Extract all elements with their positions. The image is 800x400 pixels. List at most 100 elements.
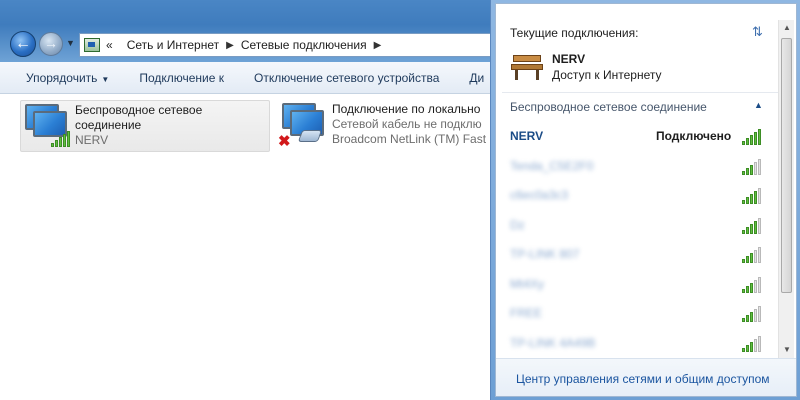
signal-strength-icon	[742, 275, 761, 293]
signal-bar	[754, 132, 757, 145]
current-connections-header: Текущие подключения:	[510, 26, 639, 40]
signal-bar	[754, 338, 757, 352]
signal-bar	[742, 229, 745, 234]
chevron-up-icon[interactable]: ▲	[754, 100, 763, 110]
network-item[interactable]: NERV Подключено	[496, 122, 778, 152]
signal-bar	[754, 161, 757, 175]
network-flyout: Текущие подключения: ⇅ NERV Доступ к Инт…	[490, 0, 800, 400]
signal-bar	[754, 250, 757, 263]
breadcrumb-separator-icon[interactable]: ▶	[226, 40, 234, 51]
diagnose-button[interactable]: Ди	[469, 71, 484, 85]
breadcrumb-separator-icon[interactable]: ▶	[374, 40, 382, 51]
organize-menu[interactable]: Упорядочить ▼	[26, 71, 109, 85]
network-list-scrollbar[interactable]: ▲ ▼	[778, 20, 794, 358]
signal-bar	[742, 347, 745, 352]
signal-bar	[742, 200, 745, 204]
signal-bar	[746, 138, 749, 145]
signal-strength-icon	[742, 216, 761, 234]
network-bench-icon	[511, 52, 545, 82]
signal-bar	[758, 158, 761, 175]
signal-bar	[750, 194, 753, 204]
refresh-icon[interactable]: ⇅	[752, 24, 763, 40]
connection-status: Сетевой кабель не подклю	[332, 117, 482, 131]
signal-bar	[758, 335, 761, 352]
signal-bar	[746, 256, 749, 263]
signal-strength-icon	[742, 334, 761, 352]
signal-bar	[746, 167, 749, 175]
flyout-panel: Текущие подключения: ⇅ NERV Доступ к Инт…	[495, 3, 797, 397]
signal-bar	[758, 247, 761, 263]
wireless-connection-item[interactable]: Беспроводное сетевое соединение NERV	[20, 100, 270, 152]
connect-to-button[interactable]: Подключение к	[139, 71, 224, 85]
flyout-footer: Центр управления сетями и общим доступом	[496, 358, 796, 396]
signal-bar	[742, 141, 745, 145]
network-name: NERV	[510, 129, 544, 143]
network-name: Mt4Xy	[510, 276, 545, 291]
network-item[interactable]: TP-LINK 4A49B	[496, 329, 778, 359]
signal-bar	[742, 259, 745, 263]
network-item[interactable]: Mt4Xy	[496, 270, 778, 300]
network-name: FREE	[510, 306, 543, 320]
network-name: Tenda_C5E2F0	[510, 158, 594, 173]
signal-bar	[750, 282, 753, 293]
signal-bar	[742, 170, 745, 175]
lan-adapter-icon: ✖	[278, 100, 332, 150]
signal-bar	[746, 344, 749, 352]
network-name: Dz	[510, 217, 525, 232]
signal-bar	[742, 288, 745, 293]
connection-detail: Broadcom NetLink (TM) Fast	[332, 132, 487, 146]
signal-bar	[758, 188, 761, 204]
signal-bar	[746, 315, 749, 322]
wireless-adapter-icon	[21, 101, 75, 149]
signal-strength-icon	[51, 131, 70, 147]
network-item[interactable]: TP-LINK 807	[496, 240, 778, 270]
scroll-thumb[interactable]	[781, 38, 792, 293]
connection-detail: NERV	[75, 133, 109, 147]
signal-bar	[754, 191, 757, 204]
signal-bar	[750, 312, 753, 322]
current-network-name: NERV	[552, 52, 586, 66]
connections-pane: Беспроводное сетевое соединение NERV ✖ П…	[0, 94, 490, 400]
caret-down-icon: ▼	[101, 74, 110, 84]
forward-arrow-icon[interactable]: →	[39, 32, 63, 56]
scroll-down-icon[interactable]: ▼	[779, 342, 795, 358]
history-dropdown-icon[interactable]: ▼	[66, 38, 75, 48]
signal-strength-icon	[742, 157, 761, 175]
wireless-section-title: Беспроводное сетевое соединение	[510, 100, 707, 114]
signal-bar	[750, 341, 753, 352]
network-cable-icon	[297, 130, 323, 142]
connection-name: Беспроводное сетевое	[75, 103, 203, 117]
network-item[interactable]: Tenda_C5E2F0	[496, 152, 778, 182]
signal-bar	[746, 197, 749, 204]
disconnect-device-button[interactable]: Отключение сетевого устройства	[254, 71, 439, 85]
network-item[interactable]: c6ec0a3c3	[496, 181, 778, 211]
divider	[502, 92, 790, 93]
address-prefix: «	[106, 38, 113, 52]
breadcrumb-network-connections[interactable]: Сетевые подключения	[241, 38, 367, 52]
connection-name-cont: соединение	[75, 118, 142, 132]
signal-bar	[750, 223, 753, 234]
lan-connection-item[interactable]: ✖ Подключение по локально Сетевой кабель…	[278, 100, 490, 152]
back-arrow-icon[interactable]: ←	[10, 31, 36, 57]
breadcrumb-network-internet[interactable]: Сеть и Интернет	[127, 38, 219, 52]
current-network-status: Доступ к Интернету	[552, 68, 662, 82]
signal-bar	[750, 135, 753, 145]
network-name: c6ec0a3c3	[510, 188, 569, 202]
signal-strength-icon	[742, 245, 761, 263]
control-panel-icon	[84, 38, 100, 52]
signal-bar	[746, 226, 749, 234]
address-bar[interactable]: « Сеть и Интернет ▶ Сетевые подключения …	[79, 33, 519, 57]
network-item[interactable]: FREE	[496, 299, 778, 329]
signal-bar	[742, 318, 745, 322]
network-item[interactable]: Dz	[496, 211, 778, 241]
signal-bar	[758, 276, 761, 293]
signal-strength-icon	[742, 186, 761, 204]
connection-name: Подключение по локально	[332, 102, 481, 116]
signal-strength-icon	[742, 304, 761, 322]
scroll-up-icon[interactable]: ▲	[779, 20, 795, 36]
network-center-link[interactable]: Центр управления сетями и общим доступом	[516, 372, 770, 386]
signal-bar	[758, 306, 761, 322]
network-name: TP-LINK 807	[510, 247, 580, 261]
signal-bar	[758, 129, 761, 145]
signal-bar	[754, 220, 757, 234]
